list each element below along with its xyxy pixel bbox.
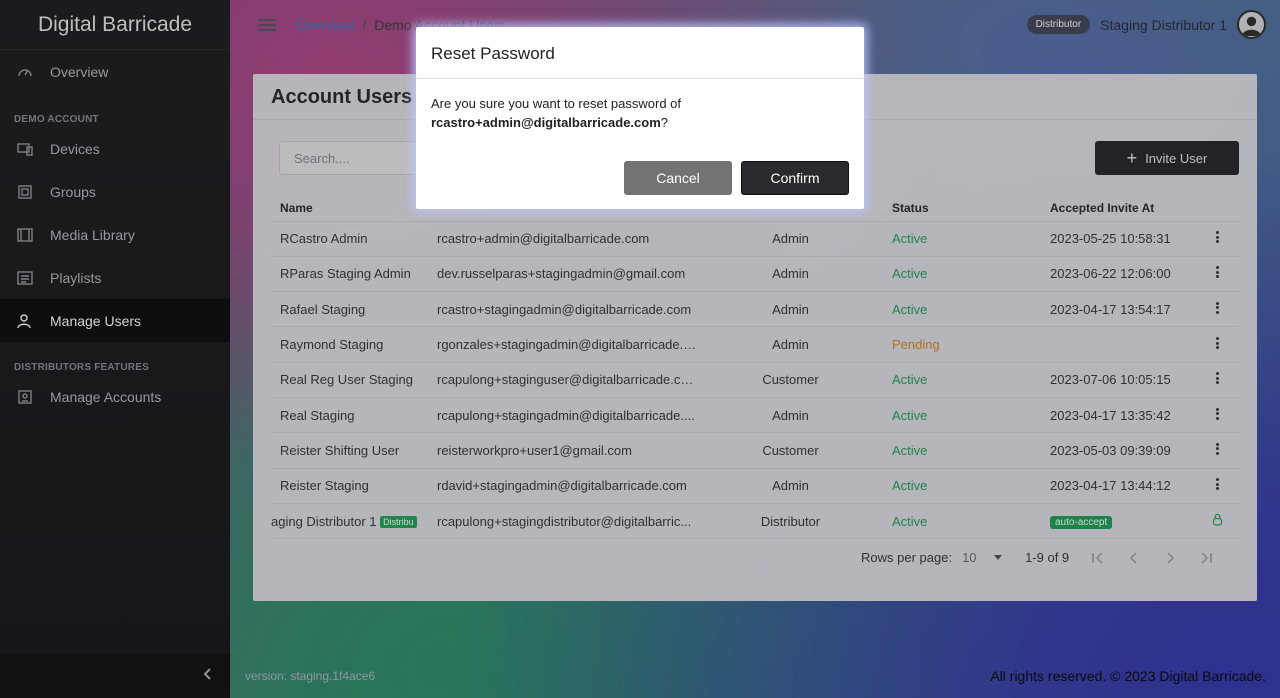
dialog-actions: Cancel Confirm xyxy=(624,161,849,195)
confirm-button[interactable]: Confirm xyxy=(741,161,849,195)
dialog-message: Are you sure you want to reset password … xyxy=(416,79,864,132)
dialog-email: rcastro+admin@digitalbarricade.com xyxy=(431,115,661,130)
dialog-suffix: ? xyxy=(660,115,669,130)
reset-password-dialog: Reset Password Are you sure you want to … xyxy=(416,27,864,209)
cancel-button[interactable]: Cancel xyxy=(624,161,732,195)
dialog-message-text: Are you sure you want to reset password … xyxy=(431,96,682,111)
dialog-title: Reset Password xyxy=(416,27,864,79)
